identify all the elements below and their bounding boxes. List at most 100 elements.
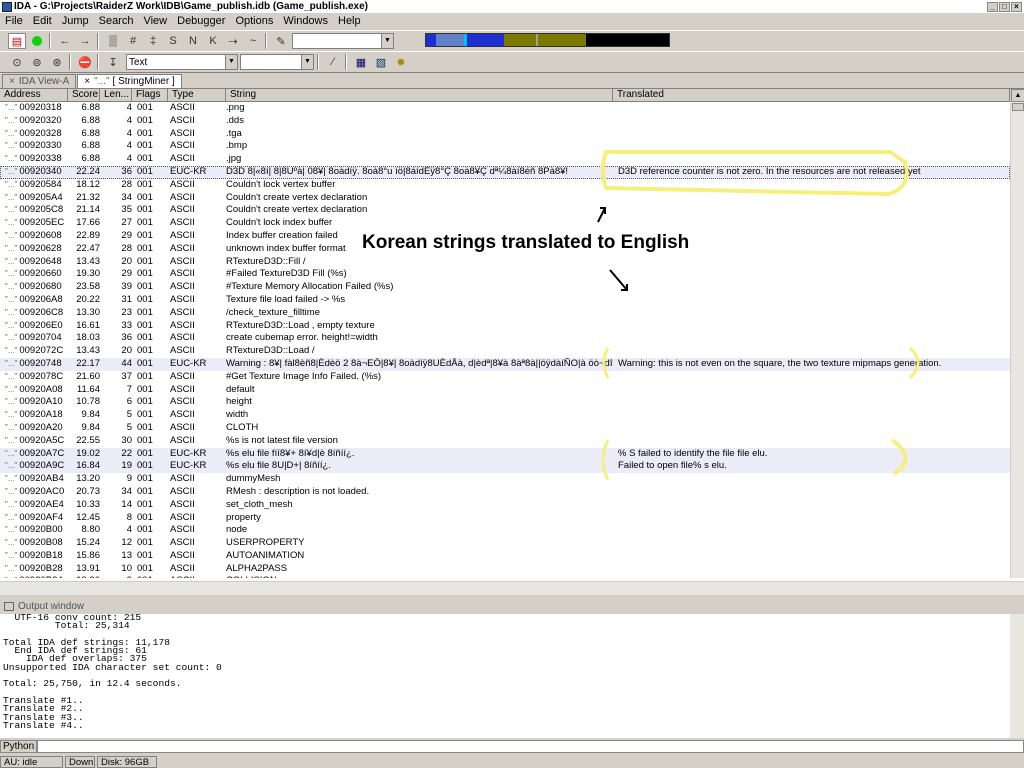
navigation-band[interactable] [425,33,670,47]
wand-icon[interactable]: ⁄ [324,54,342,70]
table-row[interactable]: "..." 00920A5C 22.55 30 001 ASCII %s is not la… [0,435,1010,448]
struct-icon[interactable]: S [164,33,182,49]
function-combo[interactable]: ▼ [240,54,314,70]
table-row[interactable]: "..." 009206E0 16.61 33 001 ASCII RTextureD3D:… [0,320,1010,333]
maximize-button[interactable]: □ [999,1,1010,12]
col-translated[interactable]: Translated [613,89,1010,101]
table-row[interactable]: "..."00920B34 13.309 001 ASCII COLLISION [0,575,1010,578]
output-window-log[interactable]: UTF-16 conv count: 215 Total: 25,314 Tota… [0,614,1010,738]
menu-edit[interactable]: Edit [28,15,57,27]
table-row[interactable]: "..." 00920AE4 10.33 14 001 ASCII set_cloth_me… [0,499,1010,512]
data-icon[interactable]: ▒ [104,33,122,49]
array-icon[interactable]: ⇢ [224,33,242,49]
python-label[interactable]: Python [0,739,38,753]
table-row[interactable]: "..." 009205EC 17.66 27 001 ASCII Couldn't loc… [0,217,1010,230]
cell-string: .tga [226,128,613,141]
table-row[interactable]: "..." 00920660 19.30 29 001 ASCII #Failed Text… [0,268,1010,281]
table-row[interactable]: "..." 00920748 22.17 44 001 EUC-KR Warning : 8… [0,357,1010,371]
cell-type: ASCII [168,204,226,217]
tilde-icon[interactable]: ~ [244,33,262,49]
graph-icon[interactable]: ▧ [372,54,390,70]
table-row[interactable]: "..." 00920A9C 16.84 19 001 EUC-KR %s elu file… [0,460,1010,474]
pen-icon[interactable]: ✎ [272,33,290,49]
table-row[interactable]: "..." 00920680 23.58 39 001 ASCII #Texture Mem… [0,281,1010,294]
address-combo[interactable]: ▼ [292,33,394,49]
scroll-up-icon[interactable]: ▲ [1011,89,1024,102]
menu-file[interactable]: File [0,15,28,27]
col-address[interactable]: Address [0,89,68,101]
cell-score: 13.43 [68,256,100,269]
tab-ida-view-a[interactable]: × IDA View-A [2,74,77,88]
menu-help[interactable]: Help [333,15,366,27]
table-row[interactable]: "..." 0092078C 21.60 37 001 ASCII #Get Texture… [0,371,1010,384]
table-row[interactable]: "..." 00920A18 9.84 5 001 ASCII width [0,409,1010,422]
cell-score-text: 9.84 [81,409,101,421]
close-button[interactable]: × [1011,1,1022,12]
table-row[interactable]: "..." 0092072C 13.43 20 001 ASCII RTextureD3D:… [0,345,1010,358]
stop-icon[interactable]: ⛔ [76,54,94,70]
menu-debugger[interactable]: Debugger [172,15,230,27]
table-row[interactable]: "..." 00920A20 9.84 5 001 ASCII CLOTH [0,422,1010,435]
table-row[interactable]: "..." 00920A08 11.64 7 001 ASCII default [0,384,1010,397]
menu-options[interactable]: Options [230,15,278,27]
table-row[interactable]: "..." 00920648 13.43 20 001 ASCII RTextureD3D:… [0,256,1010,269]
table-row[interactable]: "..." 00920AF4 12.45 8 001 ASCII property [0,512,1010,525]
table-hscrollbar[interactable] [0,581,1024,595]
forward-icon[interactable]: → [76,33,94,49]
gear-icon[interactable]: ✹ [392,54,410,70]
calculator-icon[interactable]: ▦ [352,54,370,70]
table-row[interactable]: "..." 00920320 6.88 4 001 ASCII .dds [0,115,1010,128]
table-vscrollbar[interactable]: ▲ [1010,89,1024,578]
table-row[interactable]: "..." 009205A4 21.32 34 001 ASCII Couldn't cre… [0,192,1010,205]
col-flags[interactable]: Flags [132,89,168,101]
cell-score: 19.30 [68,268,100,281]
cell-flags: 001 [132,115,168,128]
table-row[interactable]: "..." 00920338 6.88 4 001 ASCII .jpg [0,153,1010,166]
cell-length: 34 [100,192,132,205]
table-row[interactable]: "..." 00920AB4 13.20 9 001 ASCII dummyMesh [0,473,1010,486]
binoculars-text-icon[interactable]: ⊚ [28,54,46,70]
binoculars-icon[interactable]: ⊙ [8,54,26,70]
enum-icon[interactable]: N [184,33,202,49]
menu-search[interactable]: Search [94,15,139,27]
down-arrow-icon[interactable]: ↧ [104,54,122,70]
col-type[interactable]: Type [168,89,226,101]
table-row[interactable]: "..." 00920704 18.03 36 001 ASCII create cubem… [0,332,1010,345]
segment-combo[interactable]: Text ▼ [126,54,238,70]
open-file-icon[interactable]: ▤ [8,33,26,49]
python-input[interactable] [37,739,1024,753]
output-vscrollbar[interactable] [1010,614,1024,738]
table-row[interactable]: "..." 009206C8 13.30 23 001 ASCII/check_textu… [0,307,1010,320]
table-row[interactable]: "..." 00920B18 15.86 13 001 ASCII AUTOANIMATIO… [0,550,1010,563]
table-row[interactable]: "..." 00920584 18.12 28 001 ASCII Couldn't loc… [0,179,1010,192]
binoculars-next-icon[interactable]: ⊛ [48,54,66,70]
table-row[interactable]: "..." 00920AC0 20.73 34 001 ASCII RMesh : desc… [0,486,1010,499]
scroll-thumb[interactable] [1012,103,1024,111]
menu-view[interactable]: View [138,15,172,27]
minimize-button[interactable]: _ [987,1,998,12]
run-icon[interactable] [28,33,46,49]
col-string[interactable]: String [226,89,613,101]
cell-translated [613,115,1008,128]
offset-icon[interactable]: ‡ [144,33,162,49]
table-row[interactable]: "..." 00920340 22.24 36 001 EUC-KR D3D 8|«8í| … [0,165,1010,179]
menu-windows[interactable]: Windows [278,15,333,27]
table-row[interactable]: "..." 00920B08 15.24 12 001 ASCII USERPROPERTY [0,537,1010,550]
tab-stringminer[interactable]: × "..."[ StringMiner ] [77,74,182,88]
cell-translated: % S failed to identify the file file elu… [613,448,1008,461]
hash-icon[interactable]: # [124,33,142,49]
table-row[interactable]: "..." 009206A8 20.22 31 001 ASCII Texture file… [0,294,1010,307]
col-length[interactable]: Len... [100,89,132,101]
table-row[interactable]: "..." 00920330 6.88 4 001 ASCII .bmp [0,140,1010,153]
table-row[interactable]: "..." 00920B28 13.91 10 001 ASCII ALPHA2PASS [0,563,1010,576]
menu-jump[interactable]: Jump [57,15,94,27]
table-row[interactable]: "..." 009205C8 21.14 35 001 ASCII Couldn't cre… [0,204,1010,217]
table-row[interactable]: "..." 00920A7C 19.02 22 001 EUC-KR %s elu file… [0,447,1010,461]
table-row[interactable]: "..." 00920318 6.88 4 001 ASCII .png [0,102,1010,115]
keyword-icon[interactable]: K [204,33,222,49]
back-icon[interactable]: ← [56,33,74,49]
table-row[interactable]: "..." 00920B00 8.80 4 001 ASCII node [0,524,1010,537]
table-row[interactable]: "..." 00920328 6.88 4 001 ASCII .tga [0,128,1010,141]
table-row[interactable]: "..." 00920A10 10.78 6 001 ASCII height [0,396,1010,409]
col-score[interactable]: Score [68,89,100,101]
